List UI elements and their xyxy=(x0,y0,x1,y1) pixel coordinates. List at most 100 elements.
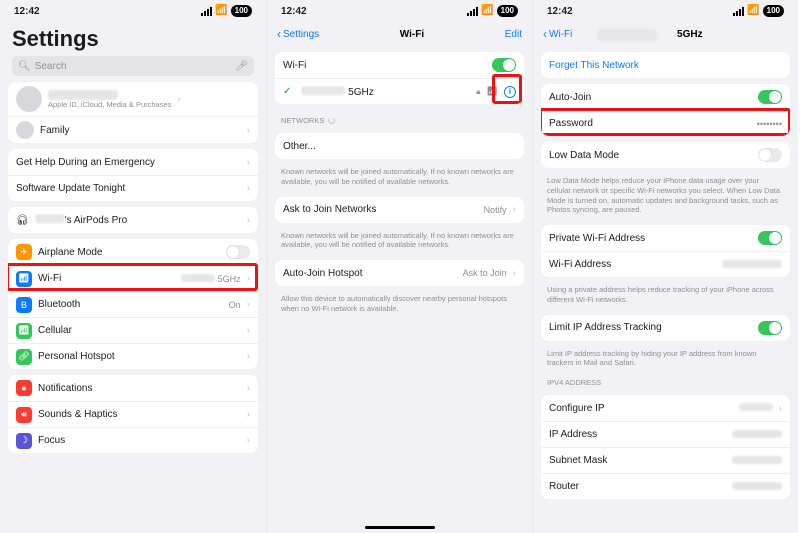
emergency-row[interactable]: Get Help During an Emergency › xyxy=(8,149,258,175)
family-row[interactable]: Family › xyxy=(8,116,258,143)
status-bar: 12:42 📶 100 xyxy=(267,0,532,22)
focus-row[interactable]: ☽ Focus › xyxy=(8,427,258,453)
ask-to-join-row[interactable]: Ask to Join Networks Notify › xyxy=(275,197,524,223)
profile-subtitle: Apple ID, iCloud, Media & Purchases xyxy=(48,100,171,109)
search-input[interactable]: 🔍︎ Search 🎤︎ xyxy=(12,56,254,76)
nav-back-button[interactable]: ‹Settings xyxy=(277,27,319,41)
nav-edit-button[interactable]: Edit xyxy=(505,29,522,40)
bluetooth-row[interactable]: B Bluetooth On › xyxy=(8,291,258,317)
chevron-right-icon: › xyxy=(779,403,782,414)
lock-icon: 🔒︎ xyxy=(476,87,480,97)
page-title: Settings xyxy=(0,22,266,56)
password-row[interactable]: Password •••••••• xyxy=(541,110,790,136)
chevron-right-icon: › xyxy=(177,94,180,105)
triptych-container: 12:42 📶 100 Settings 🔍︎ Search 🎤︎ Apple … xyxy=(0,0,800,533)
wifi-address-row: Wi-Fi Address xyxy=(541,251,790,277)
chevron-right-icon: › xyxy=(247,325,250,336)
router-row: Router xyxy=(541,473,790,499)
wifi-toggle-label: Wi-Fi xyxy=(283,60,486,71)
nav-bar: ‹Settings Wi-Fi Edit xyxy=(267,22,532,46)
private-wifi-address-row: Private Wi-Fi Address xyxy=(541,225,790,251)
chevron-left-icon: ‹ xyxy=(543,27,547,41)
family-avatar-icon xyxy=(16,121,34,139)
chevron-right-icon: › xyxy=(247,409,250,420)
configure-ip-row[interactable]: Configure IP › xyxy=(541,395,790,421)
personal-hotspot-row[interactable]: 🔗︎ Personal Hotspot › xyxy=(8,343,258,369)
software-update-row[interactable]: Software Update Tonight › xyxy=(8,175,258,201)
auto-join-hotspot-detail: Ask to Join xyxy=(463,268,507,278)
ip-address-value-redacted xyxy=(732,430,782,438)
subnet-mask-row: Subnet Mask xyxy=(541,447,790,473)
software-update-label: Software Update Tonight xyxy=(16,183,241,194)
nav-bar: ‹Wi-Fi xxxxxxxx 5GHz xyxy=(533,22,798,46)
cellular-bars-icon xyxy=(467,7,478,16)
chevron-right-icon: › xyxy=(513,268,516,279)
ip-address-label: IP Address xyxy=(549,429,726,440)
cellular-row[interactable]: 📶︎ Cellular › xyxy=(8,317,258,343)
cellular-label: Cellular xyxy=(38,325,241,336)
ask-footer: Known networks will be joined automatica… xyxy=(267,229,532,255)
forget-network-label: Forget This Network xyxy=(549,60,782,71)
limit-ip-tracking-switch[interactable] xyxy=(758,321,782,335)
lowdata-footer: Low Data Mode helps reduce your iPhone d… xyxy=(533,174,798,219)
subnet-mask-value-redacted xyxy=(732,456,782,464)
family-label: Family xyxy=(40,125,241,136)
router-label: Router xyxy=(549,481,726,492)
sounds-row[interactable]: 🔊︎ Sounds & Haptics › xyxy=(8,401,258,427)
ssid-redacted xyxy=(301,86,345,95)
airpods-owner-redacted xyxy=(35,214,65,223)
private-wifi-address-switch[interactable] xyxy=(758,231,782,245)
info-icon[interactable]: i xyxy=(504,86,516,98)
wifi-address-label: Wi-Fi Address xyxy=(549,259,716,270)
battery-indicator: 100 xyxy=(497,5,518,17)
auto-join-switch[interactable] xyxy=(758,90,782,104)
configure-ip-label: Configure IP xyxy=(549,403,733,414)
chevron-right-icon: › xyxy=(247,183,250,194)
ipv4-section-header: IPV4 ADDRESS xyxy=(533,372,798,389)
chevron-left-icon: ‹ xyxy=(277,27,281,41)
cellular-bars-icon xyxy=(201,7,212,16)
auto-join-hotspot-row[interactable]: Auto-Join Hotspot Ask to Join › xyxy=(275,260,524,286)
auto-join-row: Auto-Join xyxy=(541,84,790,110)
forget-network-row[interactable]: Forget This Network xyxy=(541,52,790,78)
hotspot-icon: 🔗︎ xyxy=(16,349,32,365)
sounds-label: Sounds & Haptics xyxy=(38,409,241,420)
password-value: •••••••• xyxy=(757,119,782,129)
chevron-right-icon: › xyxy=(247,273,250,284)
nav-back-button[interactable]: ‹Wi-Fi xyxy=(543,27,572,41)
bluetooth-detail: On xyxy=(229,300,241,310)
cellular-icon: 📶︎ xyxy=(16,323,32,339)
networks-section-header: NETWORKS xyxy=(267,110,532,127)
airplane-mode-row[interactable]: ✈︎ Airplane Mode xyxy=(8,239,258,265)
apple-id-row[interactable]: Apple ID, iCloud, Media & Purchases › xyxy=(8,82,258,116)
focus-label: Focus xyxy=(38,435,241,446)
wifi-label: Wi-Fi xyxy=(38,273,175,284)
home-indicator xyxy=(365,526,435,529)
battery-indicator: 100 xyxy=(231,5,252,17)
profile-name-redacted xyxy=(48,90,118,100)
limit-ip-tracking-label: Limit IP Address Tracking xyxy=(549,322,752,333)
notifications-row[interactable]: ● Notifications › xyxy=(8,375,258,401)
spinner-icon xyxy=(328,117,335,124)
wifi-row[interactable]: 📶︎ Wi-Fi 5GHz › xyxy=(8,265,258,291)
ip-address-row: IP Address xyxy=(541,421,790,447)
search-icon: 🔍︎ xyxy=(18,61,31,72)
other-footer: Known networks will be joined automatica… xyxy=(267,165,532,191)
low-data-mode-switch[interactable] xyxy=(758,148,782,162)
ssid-redacted xyxy=(597,29,657,41)
nav-title: xxxxxxxx 5GHz xyxy=(572,29,760,40)
emergency-label: Get Help During an Emergency xyxy=(16,157,241,168)
other-network-row[interactable]: Other... xyxy=(275,133,524,159)
wifi-signal-icon: 📶︎ xyxy=(487,86,498,97)
notifications-label: Notifications xyxy=(38,383,241,394)
password-label: Password xyxy=(549,118,751,129)
wifi-master-switch[interactable] xyxy=(492,58,516,72)
chevron-right-icon: › xyxy=(247,215,250,226)
airpods-row[interactable]: 🎧︎ 's AirPods Pro › xyxy=(8,207,258,233)
cellular-bars-icon xyxy=(733,7,744,16)
low-data-mode-label: Low Data Mode xyxy=(549,150,752,161)
connected-network-row[interactable]: ✓ 5GHz 🔒︎ 📶︎ i xyxy=(275,78,524,104)
airplane-mode-switch[interactable] xyxy=(226,245,250,259)
bluetooth-label: Bluetooth xyxy=(38,299,223,310)
ask-to-join-detail: Notify xyxy=(484,205,507,215)
